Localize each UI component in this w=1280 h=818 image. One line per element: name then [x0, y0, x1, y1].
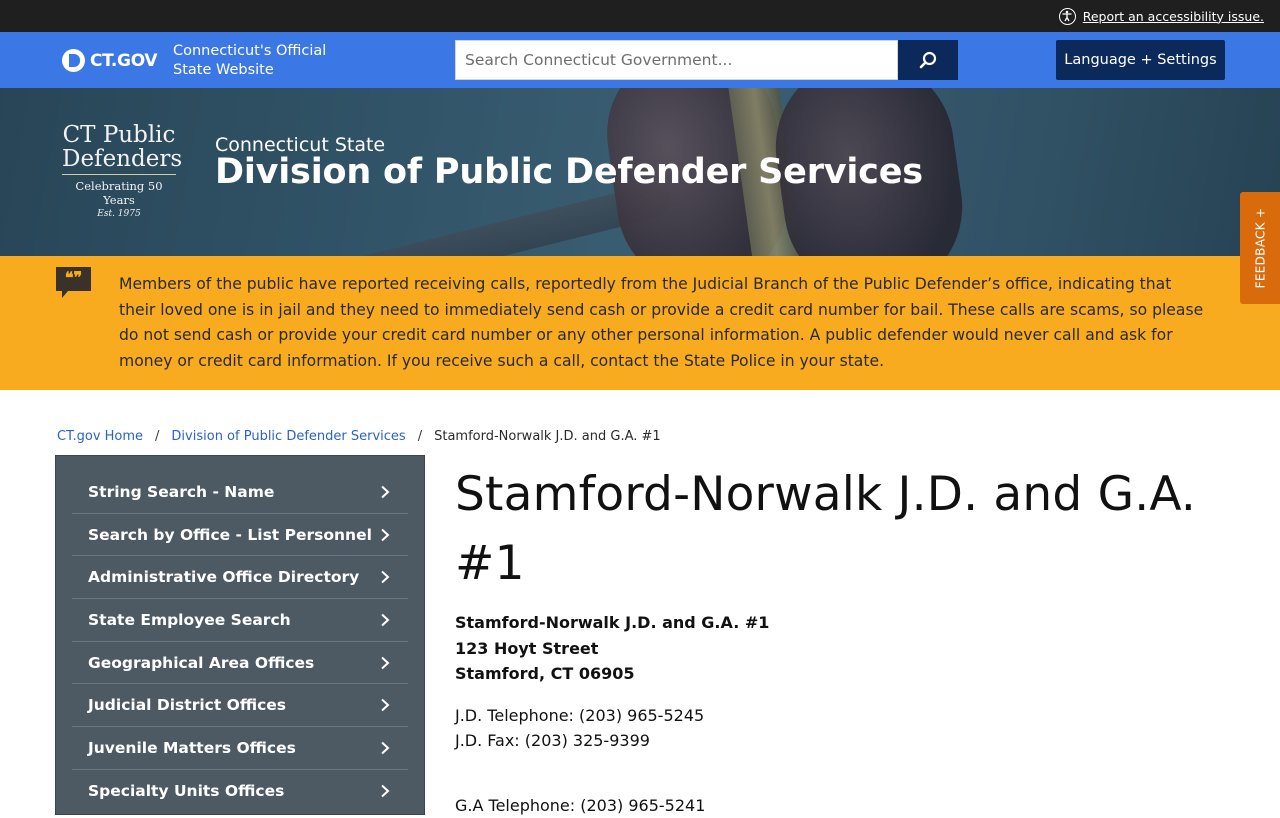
accessibility-icon: [1058, 7, 1076, 25]
breadcrumb-separator: /: [155, 429, 160, 444]
sidebar-item-label[interactable]: String Search - Name: [88, 483, 274, 501]
sidebar-item-string-search[interactable]: String Search - Name: [72, 471, 408, 514]
main-content: Stamford-Norwalk J.D. and G.A. #1 Stamfo…: [455, 460, 1235, 818]
sidebar-item-label[interactable]: Juvenile Matters Offices: [88, 739, 296, 757]
chevron-right-icon: [381, 613, 390, 627]
seal-line-3: Celebrating 50 Years: [75, 179, 163, 207]
feedback-label[interactable]: FEEDBACK +: [1253, 208, 1267, 289]
breadcrumb-ct-gov-home[interactable]: CT.gov Home: [57, 429, 143, 444]
sidebar-item-label[interactable]: State Employee Search: [88, 611, 291, 629]
sidebar-item-label[interactable]: Judicial District Offices: [88, 696, 286, 714]
top-utility-bar: Report an accessibility issue.: [0, 0, 1280, 32]
scam-alert-banner: ❝❞ Members of the public have reported r…: [0, 256, 1280, 390]
tagline-line-1: Connecticut's Official: [173, 43, 327, 59]
chevron-right-icon: [381, 699, 390, 712]
office-street: 123 Hoyt Street: [455, 638, 599, 658]
sidebar-item-state-employee-search[interactable]: State Employee Search: [72, 599, 408, 642]
ct-gov-header: CT.GOV Connecticut's Official State Webs…: [0, 32, 1280, 88]
feedback-tab[interactable]: FEEDBACK +: [1240, 192, 1280, 304]
sidebar-item-label[interactable]: Specialty Units Offices: [88, 782, 284, 800]
tagline-line-2: State Website: [173, 62, 274, 78]
sidebar-nav: String Search - Name Search by Office - …: [55, 455, 425, 815]
sidebar-item-search-by-office[interactable]: Search by Office - List Personnel: [72, 514, 408, 557]
seal-line-1: CT Public: [62, 122, 176, 148]
office-address: Stamford-Norwalk J.D. and G.A. #1 123 Ho…: [455, 610, 1235, 687]
search-placeholder: Search Connecticut Government...: [465, 51, 733, 69]
breadcrumb-separator: /: [417, 429, 423, 444]
seal-divider: [62, 174, 176, 175]
search-icon: [919, 51, 937, 69]
accessibility-report-link[interactable]: Report an accessibility issue.: [1058, 7, 1264, 25]
chevron-right-icon: [381, 784, 390, 798]
quote-bubble-icon: ❝❞: [56, 267, 91, 298]
sidebar-item-admin-directory[interactable]: Administrative Office Directory: [72, 556, 408, 600]
ct-public-defenders-logo[interactable]: CT Public Defenders Celebrating 50 Years…: [62, 122, 183, 219]
sidebar-item-label[interactable]: Geographical Area Offices: [88, 654, 314, 672]
chevron-right-icon: [381, 570, 390, 584]
site-tagline: Connecticut's Official State Website: [173, 42, 326, 80]
sidebar-item-geographical-area[interactable]: Geographical Area Offices: [72, 642, 408, 685]
search-button[interactable]: [898, 40, 958, 80]
page-title: Stamford-Norwalk J.D. and G.A. #1: [455, 467, 1196, 591]
chevron-right-icon: [381, 485, 390, 499]
office-name: Stamford-Norwalk J.D. and G.A. #1: [455, 613, 770, 632]
sidebar-item-juvenile-matters[interactable]: Juvenile Matters Offices: [72, 727, 408, 770]
seal-line-4: Est. 1975: [97, 209, 141, 219]
ct-gov-logo-text[interactable]: CT.GOV: [90, 51, 158, 71]
chevron-right-icon: [381, 528, 390, 541]
ga-telephone: G.A Telephone: (203) 965-5241: [455, 795, 706, 815]
sidebar-item-judicial-district[interactable]: Judicial District Offices: [72, 684, 408, 728]
breadcrumb-current: Stamford-Norwalk J.D. and G.A. #1: [434, 429, 661, 444]
scam-alert-text: Members of the public have reported rece…: [119, 275, 1204, 370]
svg-text:❝❞: ❝❞: [65, 268, 82, 287]
breadcrumb-division[interactable]: Division of Public Defender Services: [171, 429, 405, 444]
sidebar-item-label[interactable]: Administrative Office Directory: [88, 568, 359, 586]
sidebar-item-specialty-units[interactable]: Specialty Units Offices: [72, 770, 408, 813]
search-input[interactable]: Search Connecticut Government...: [455, 40, 898, 80]
chevron-right-icon: [381, 656, 390, 669]
ct-gov-logo[interactable]: CT.GOV: [62, 49, 158, 72]
chevron-right-icon: [381, 741, 390, 755]
ct-logo-icon: [62, 49, 85, 72]
language-settings-button[interactable]: Language + Settings: [1056, 40, 1225, 80]
agency-title[interactable]: Division of Public Defender Services: [215, 152, 923, 192]
jd-contact: J.D. Telephone: (203) 965-5245 J.D. Fax:…: [455, 703, 1235, 753]
accessibility-report-label[interactable]: Report an accessibility issue.: [1083, 9, 1264, 24]
seal-line-2: Defenders: [62, 146, 183, 172]
sidebar-item-label[interactable]: Search by Office - List Personnel: [88, 526, 372, 544]
jd-telephone: J.D. Telephone: (203) 965-5245: [455, 705, 705, 725]
office-city: Stamford, CT 06905: [455, 664, 635, 684]
jd-fax: J.D. Fax: (203) 325-9399: [455, 730, 650, 750]
breadcrumb: CT.gov Home / Division of Public Defende…: [57, 429, 661, 444]
agency-banner: CT Public Defenders Celebrating 50 Years…: [0, 88, 1280, 256]
